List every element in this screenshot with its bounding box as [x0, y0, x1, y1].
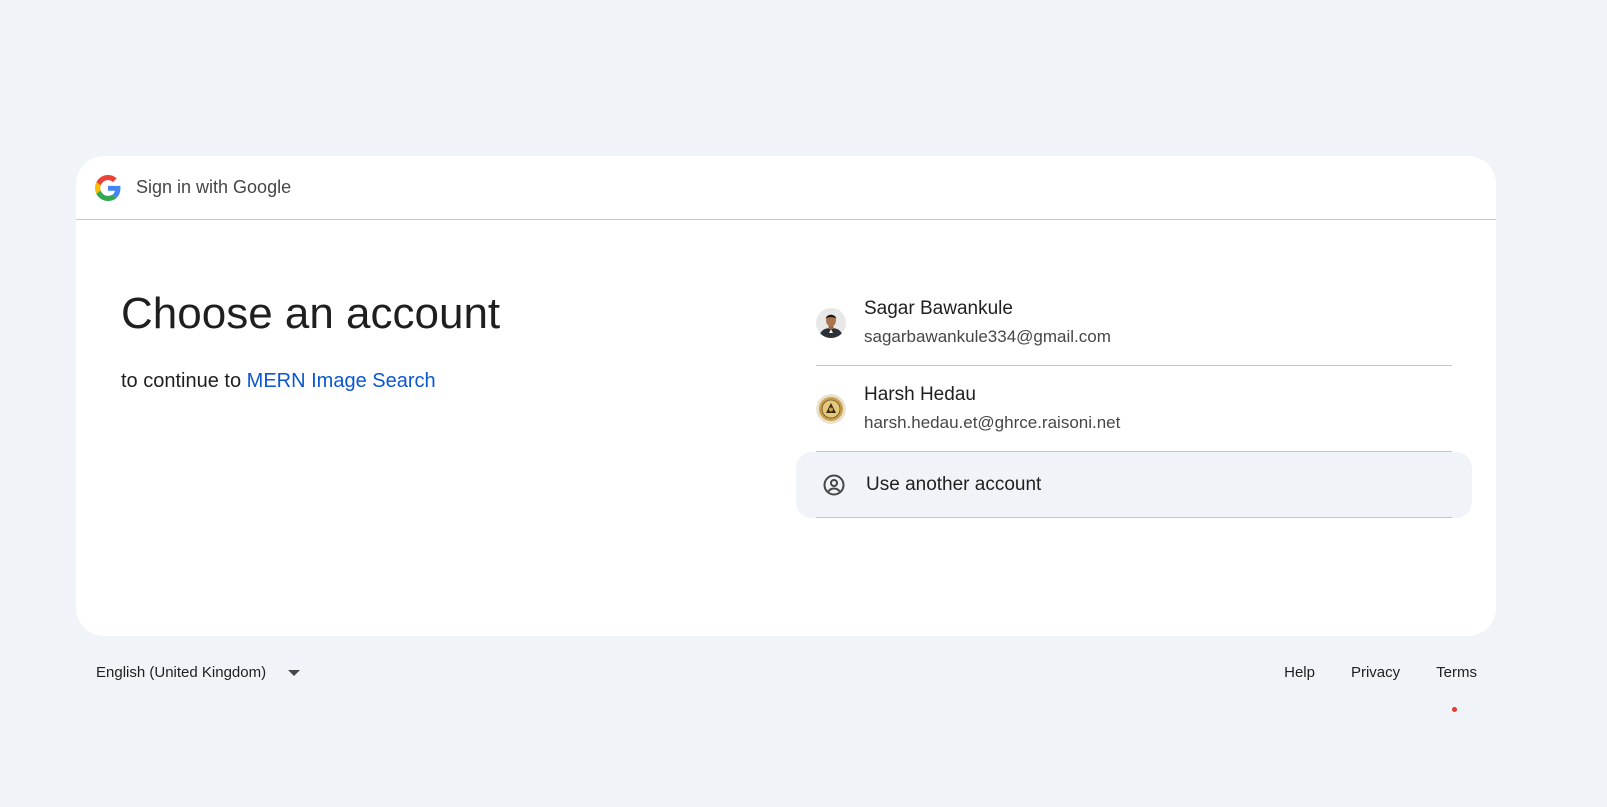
- language-label: English (United Kingdom): [96, 664, 267, 681]
- divider: [816, 517, 1452, 518]
- account-text: Sagar Bawankule sagarbawankule334@gmail.…: [864, 297, 1111, 349]
- language-selector[interactable]: English (United Kingdom): [96, 664, 301, 681]
- emblem-avatar-icon: [816, 394, 846, 424]
- left-panel: Choose an account to continue to MERN Im…: [121, 286, 500, 393]
- cursor-dot-marker: [1452, 707, 1457, 712]
- continue-prefix: to continue to: [121, 370, 247, 392]
- header-title: Sign in with Google: [136, 177, 292, 197]
- sign-in-card: Sign in with Google Choose an account to…: [76, 156, 1496, 636]
- account-item-sagar[interactable]: Sagar Bawankule sagarbawankule334@gmail.…: [796, 280, 1472, 366]
- privacy-link[interactable]: Privacy: [1351, 664, 1400, 681]
- help-link[interactable]: Help: [1284, 664, 1315, 681]
- app-name-link[interactable]: MERN Image Search: [247, 370, 436, 392]
- terms-link[interactable]: Terms: [1436, 664, 1477, 681]
- continue-subtitle: to continue to MERN Image Search: [121, 370, 500, 393]
- account-email: harsh.hedau.et@ghrce.raisoni.net: [864, 413, 1121, 432]
- use-another-account-label: Use another account: [866, 474, 1042, 495]
- footer-links: Help Privacy Terms: [1284, 664, 1477, 681]
- use-another-account-button[interactable]: Use another account: [796, 452, 1472, 518]
- card-header: Sign in with Google: [76, 156, 1496, 220]
- account-text: Harsh Hedau harsh.hedau.et@ghrce.raisoni…: [864, 383, 1120, 435]
- page-title: Choose an account: [121, 289, 501, 338]
- chevron-down-icon: [288, 669, 301, 676]
- google-logo-icon: [95, 174, 121, 201]
- account-name: Harsh Hedau: [864, 384, 976, 405]
- account-list: Sagar Bawankule sagarbawankule334@gmail.…: [796, 280, 1472, 518]
- account-item-harsh[interactable]: Harsh Hedau harsh.hedau.et@ghrce.raisoni…: [796, 366, 1472, 452]
- user-photo-avatar-icon: [816, 308, 846, 338]
- account-name: Sagar Bawankule: [864, 298, 1013, 319]
- account-email: sagarbawankule334@gmail.com: [864, 327, 1111, 346]
- account-circle-icon: [823, 474, 845, 496]
